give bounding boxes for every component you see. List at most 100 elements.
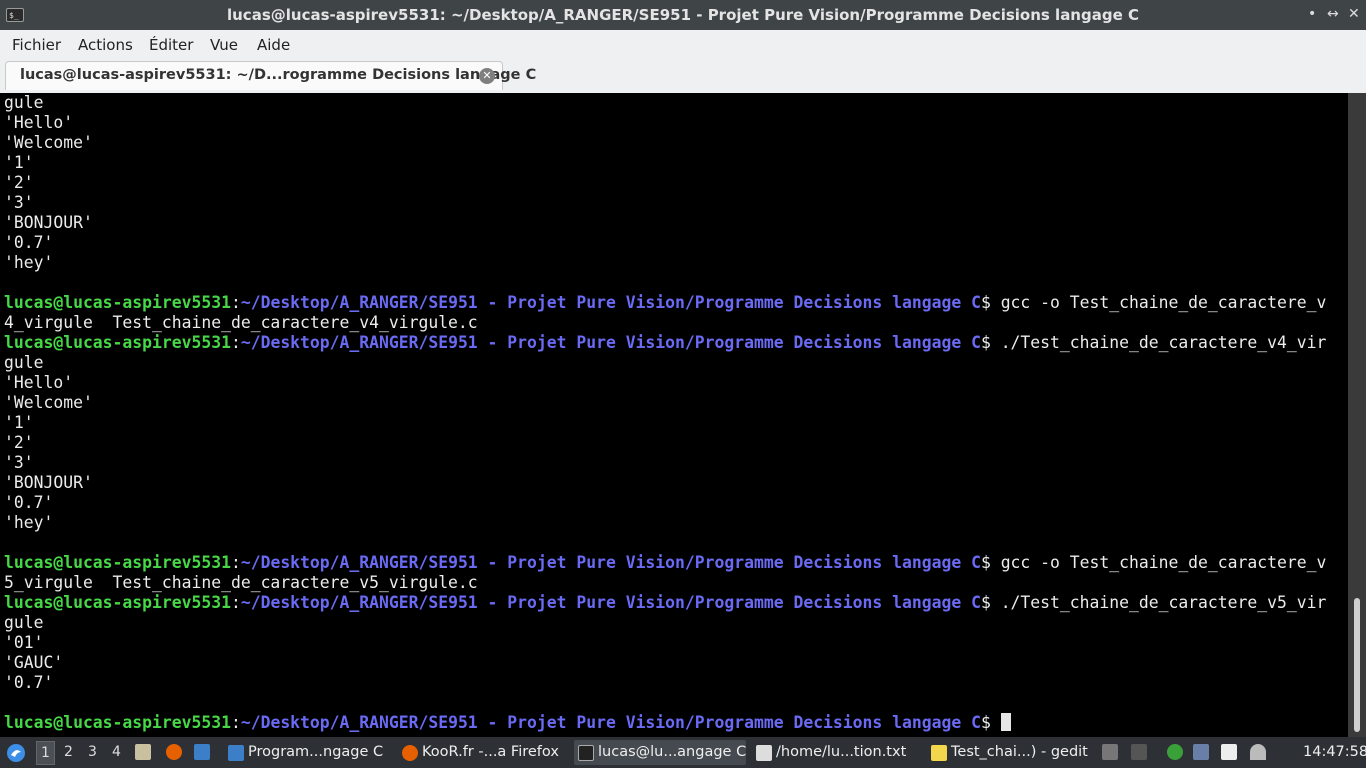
maximize-button[interactable]: ↔ xyxy=(1327,6,1339,22)
task-label: /home/lu...tion.txt xyxy=(776,744,907,760)
task-gedit[interactable]: Test_chai...) - gedit xyxy=(927,740,1111,765)
output-line: 'Welcome' xyxy=(4,393,93,412)
prompt-line: lucas@lucas-aspirev5531:~/Desktop/A_RANG… xyxy=(4,553,1326,573)
menu-vue[interactable]: Vue xyxy=(210,36,238,54)
firefox-launcher-icon[interactable] xyxy=(166,744,182,760)
workspace-3[interactable]: 3 xyxy=(88,744,97,760)
output-line: 'Hello' xyxy=(4,373,74,392)
output-line: '2' xyxy=(4,433,34,452)
gedit-icon xyxy=(931,745,947,761)
output-line: '3' xyxy=(4,193,34,212)
command-text: $ gcc -o Test_chaine_de_caractere_v xyxy=(980,553,1327,572)
minimize-button[interactable]: • xyxy=(1308,6,1316,22)
task-label: Test_chai...) - gedit xyxy=(951,744,1088,760)
output-line: '0.7' xyxy=(4,493,54,512)
output-line: 'Welcome' xyxy=(4,133,93,152)
close-icon[interactable]: ✕ xyxy=(479,68,495,84)
task-label: Program...ngage C xyxy=(248,744,384,760)
menu-editer[interactable]: Éditer xyxy=(149,36,193,54)
output-line: gule xyxy=(4,353,44,372)
command-text: $ ./Test_chaine_de_caractere_v4_vir xyxy=(980,333,1327,352)
prompt-user: lucas@lucas-aspirev5531 xyxy=(4,293,231,312)
output-line: 'BONJOUR' xyxy=(4,213,93,232)
output-line: '2' xyxy=(4,173,34,192)
prompt-path: ~/Desktop/A_RANGER/SE951 - Projet Pure V… xyxy=(240,713,981,732)
output-line: '01' xyxy=(4,633,44,652)
terminal-icon xyxy=(578,745,594,761)
menu-fichier[interactable]: Fichier xyxy=(12,36,61,54)
output-line: gule xyxy=(4,613,44,632)
output-line: '0.7' xyxy=(4,673,54,692)
tab-title: lucas@lucas-aspirev5531: ~/D...rogramme … xyxy=(20,67,537,83)
prompt-path: ~/Desktop/A_RANGER/SE951 - Projet Pure V… xyxy=(240,293,981,312)
usb-icon[interactable] xyxy=(1102,744,1118,760)
menu-aide[interactable]: Aide xyxy=(257,36,290,54)
task-file-manager[interactable]: Program...ngage C xyxy=(224,740,408,765)
command-text: $ gcc -o Test_chaine_de_caractere_v xyxy=(980,293,1327,312)
update-icon[interactable] xyxy=(1167,744,1183,760)
prompt-path: ~/Desktop/A_RANGER/SE951 - Projet Pure V… xyxy=(240,553,981,572)
prompt-path: ~/Desktop/A_RANGER/SE951 - Projet Pure V… xyxy=(240,593,981,612)
wifi-icon[interactable] xyxy=(1250,744,1266,760)
menu-bar: Fichier Actions Éditer Vue Aide xyxy=(0,30,1366,60)
task-label: lucas@lu...angage C xyxy=(598,744,747,760)
start-menu-icon[interactable] xyxy=(6,743,26,763)
taskbar: 1 2 3 4 Program...ngage C KooR.fr -...a … xyxy=(0,737,1366,768)
terminal-output[interactable]: gule 'Hello' 'Welcome' '1' '2' '3' 'BONJOUR' '0… xyxy=(0,93,1366,737)
task-text-file[interactable]: /home/lu...tion.txt xyxy=(752,740,936,765)
prompt-line: lucas@lucas-aspirev5531:~/Desktop/A_RANG… xyxy=(4,593,1326,613)
tab-terminal[interactable]: lucas@lucas-aspirev5531: ~/D...rogramme … xyxy=(5,61,536,90)
prompt-separator: : xyxy=(230,333,241,352)
output-line: 'hey' xyxy=(4,253,54,272)
firefox-icon xyxy=(402,745,418,761)
volume-icon[interactable] xyxy=(1131,744,1147,760)
task-firefox[interactable]: KooR.fr -...a Firefox xyxy=(398,740,587,765)
output-line: 'hey' xyxy=(4,513,54,532)
prompt-user: lucas@lucas-aspirev5531 xyxy=(4,553,231,572)
window-title: lucas@lucas-aspirev5531: ~/Desktop/A_RAN… xyxy=(226,6,1139,24)
output-line: '1' xyxy=(4,413,34,432)
task-label: KooR.fr -...a Firefox xyxy=(422,744,559,760)
output-line: 5_virgule Test_chaine_de_caractere_v5_vi… xyxy=(4,573,478,592)
menu-actions[interactable]: Actions xyxy=(78,36,133,54)
terminal-scrollbar[interactable] xyxy=(1348,93,1366,737)
text-file-icon xyxy=(756,745,772,761)
prompt-separator: : xyxy=(230,713,241,732)
prompt-line: lucas@lucas-aspirev5531:~/Desktop/A_RANG… xyxy=(4,293,1326,313)
output-line: 4_virgule Test_chaine_de_caractere_v4_vi… xyxy=(4,313,478,332)
workspace-4[interactable]: 4 xyxy=(112,744,121,760)
prompt-separator: : xyxy=(230,293,241,312)
folder-icon xyxy=(228,745,244,761)
prompt-line: lucas@lucas-aspirev5531:~/Desktop/A_RANG… xyxy=(4,713,1326,733)
window-title-bar[interactable]: $_ lucas@lucas-aspirev5531: ~/Desktop/A_… xyxy=(0,0,1366,30)
workspace-1[interactable]: 1 xyxy=(36,741,55,765)
output-line: '1' xyxy=(4,153,34,172)
terminal-lines: gule 'Hello' 'Welcome' '1' '2' '3' 'BONJOUR' '0… xyxy=(4,93,1326,733)
prompt-user: lucas@lucas-aspirev5531 xyxy=(4,713,231,732)
clock[interactable]: 14:47:58 xyxy=(1303,744,1366,760)
scrollbar-thumb[interactable] xyxy=(1354,598,1360,732)
clipboard-icon[interactable] xyxy=(1221,744,1237,760)
workspace-2[interactable]: 2 xyxy=(64,744,73,760)
output-line: '0.7' xyxy=(4,233,54,252)
prompt-line: lucas@lucas-aspirev5531:~/Desktop/A_RANG… xyxy=(4,333,1326,353)
notification-icon[interactable] xyxy=(1193,744,1209,760)
output-line: gule xyxy=(4,93,44,112)
prompt-user: lucas@lucas-aspirev5531 xyxy=(4,593,231,612)
prompt-separator: : xyxy=(230,593,241,612)
close-window-button[interactable]: ✕ xyxy=(1348,6,1360,22)
show-desktop-icon[interactable] xyxy=(194,744,210,760)
text-cursor xyxy=(1000,713,1011,731)
prompt-path: ~/Desktop/A_RANGER/SE951 - Projet Pure V… xyxy=(240,333,981,352)
prompt-separator: : xyxy=(230,553,241,572)
command-text: $ ./Test_chaine_de_caractere_v5_vir xyxy=(980,593,1327,612)
task-terminal[interactable]: lucas@lu...angage C xyxy=(574,740,746,765)
command-text: $ xyxy=(980,713,1001,732)
output-line: '3' xyxy=(4,453,34,472)
output-line: 'BONJOUR' xyxy=(4,473,93,492)
output-line: 'Hello' xyxy=(4,113,74,132)
file-manager-launcher-icon[interactable] xyxy=(135,744,151,760)
